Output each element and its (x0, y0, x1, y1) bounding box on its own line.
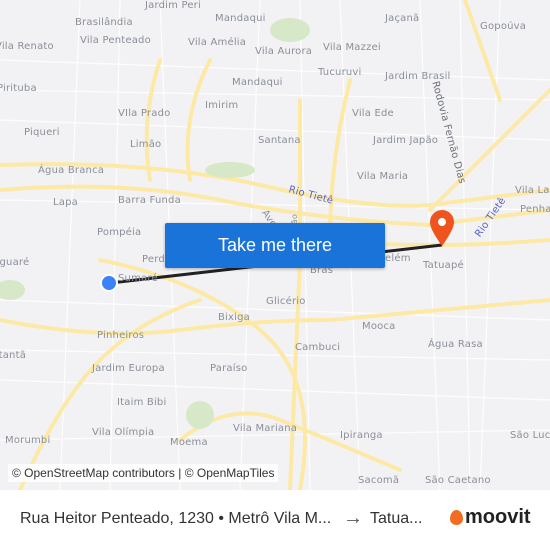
origin-name: Rua Heitor Penteado, 1230 • Metrô Vila M… (20, 510, 332, 527)
map-label: Ipiranga (340, 430, 383, 441)
map[interactable]: Jardim Peri Brasilândia Mandaqui Jaçanã … (0, 0, 550, 490)
map-label: Vila Mazzei (323, 42, 381, 53)
map-label: Tucuruvi (318, 67, 362, 78)
map-label: Jaçanã (385, 13, 420, 24)
map-attribution[interactable]: © OpenStreetMap contributors | © OpenMap… (8, 464, 279, 482)
map-label: Vila Olímpia (92, 427, 155, 438)
map-label: VIla Prado (118, 108, 171, 119)
map-label: Vila Maria (357, 171, 409, 182)
map-label: Glicério (266, 296, 306, 307)
map-label: Tatuapé (423, 260, 464, 271)
map-label: Brasilândia (75, 17, 133, 28)
map-label: Vila La (515, 185, 550, 196)
map-label: Jardim Peri (145, 0, 201, 11)
moovit-logo[interactable]: moovit (450, 506, 531, 529)
map-label: Piqueri (24, 127, 60, 138)
map-label: Itaim Bibi (117, 397, 167, 408)
map-label: Pompéia (97, 227, 142, 238)
map-label: Mooca (362, 321, 396, 332)
map-label: São Caetano (425, 475, 491, 486)
map-label: Vila Mariana (233, 423, 298, 434)
map-label: Cambuci (295, 342, 341, 353)
take-me-there-button[interactable]: Take me there (165, 223, 385, 268)
map-label: Barra Funda (118, 195, 181, 206)
map-label: Jardim Japão (373, 135, 439, 146)
map-label: Jardim Europa (92, 363, 165, 374)
map-label: Pirituba (0, 83, 37, 94)
map-label: Lapa (53, 197, 78, 208)
map-label: São Lucas (510, 430, 550, 441)
map-label: Vila Aurora (255, 46, 313, 57)
map-label: Penha (520, 204, 550, 215)
map-label: Moema (170, 437, 208, 448)
map-label: Mandaqui (215, 13, 266, 24)
destination-name: Tatua... (370, 510, 423, 527)
map-label: Imirim (205, 100, 239, 111)
destination-marker (430, 210, 454, 246)
footer: Rua Heitor Penteado, 1230 • Metrô Vila M… (0, 490, 550, 550)
map-label: Morumbi (5, 435, 51, 446)
map-label: Água Rasa (428, 339, 483, 350)
origin-marker (100, 274, 118, 292)
map-label: Gopoúva (480, 21, 527, 32)
map-label: Vila Amélia (188, 37, 247, 48)
map-label: Jaguaré (0, 257, 30, 268)
map-label: Pinheiros (97, 330, 145, 341)
moovit-pin-icon (450, 510, 463, 525)
map-label: Paraíso (210, 363, 248, 374)
map-label: Limão (130, 139, 162, 150)
map-label: Bixiga (218, 312, 251, 323)
arrow-right-icon: → (343, 507, 363, 529)
map-label: Jardim Brasil (385, 71, 451, 82)
map-label: Mandaqui (232, 77, 283, 88)
brand-name: moovit (465, 506, 531, 528)
map-label: Sumaré (118, 273, 158, 284)
map-label: Vila Ede (352, 108, 394, 119)
map-label: Sacomã (358, 475, 400, 486)
map-label: Vila Renato (0, 41, 54, 52)
map-label: Santana (258, 135, 301, 146)
map-label: Água Branca (38, 165, 105, 176)
map-label: Vila Penteado (80, 35, 151, 46)
map-label: Butantã (0, 350, 27, 361)
